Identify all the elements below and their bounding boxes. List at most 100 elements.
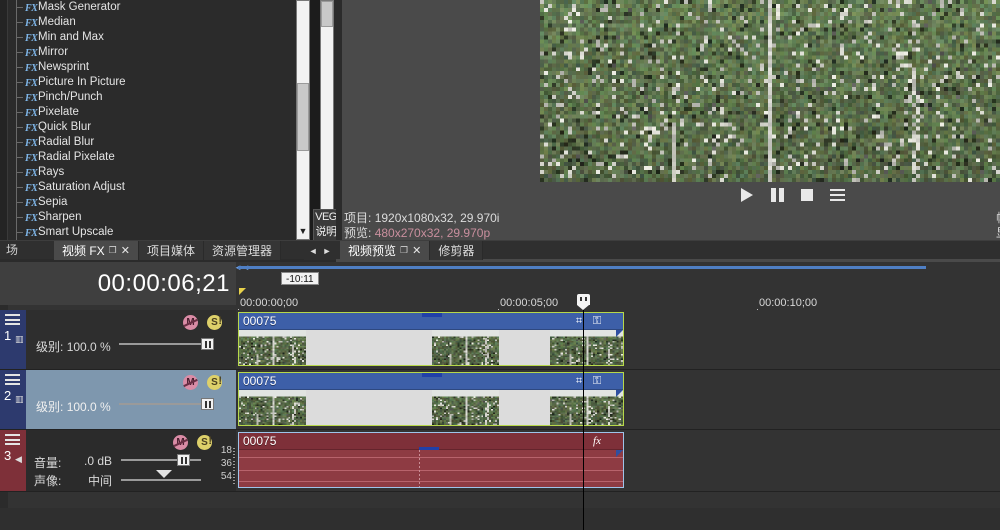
fx-list-item[interactable]: FX Min and Max [8,30,296,45]
track-1-level-slider[interactable] [119,338,214,350]
track-1-level: 级别: 100.0 % [36,338,111,355]
track-3-body: M S! 音量: .0 dB 声像: 中间 [26,430,236,491]
clip-3-fade-handle[interactable] [616,450,623,457]
fx-list-item[interactable]: FX Sharpen [8,210,296,225]
tree-dash [16,22,23,23]
playhead-cursor-icon[interactable] [577,294,590,310]
fx-list-item[interactable]: FX Quick Blur [8,120,296,135]
tab-trimmer[interactable]: 修剪器 [430,241,484,260]
clip-2-fade-handle[interactable] [616,390,623,397]
track-lane-3[interactable]: 00075 fx [236,430,1000,492]
tree-dash [16,172,23,173]
track-menu-icon[interactable] [5,314,20,325]
fx-list-item[interactable]: FX Radial Blur [8,135,296,150]
fx-scroll-thumb[interactable] [297,83,309,151]
pan-handle-icon[interactable] [156,470,172,478]
fx-list-item[interactable]: FX Smart Upscale [8,225,296,240]
tab-next-arrow[interactable]: ► [323,246,332,256]
display-row: 显示: 492x277x32 [996,226,1000,241]
close-icon[interactable]: ✕ [121,244,130,257]
fx-list-item[interactable]: FX Pixelate [8,105,296,120]
fx-icon: FX [25,63,38,74]
track-3-volume-knob[interactable] [177,454,190,466]
project-info-row: 项目: 1920x1080x32, 29.970i [344,211,744,226]
fx-panel-outer-scrollbar[interactable]: ▼ [320,0,334,225]
meter-tick [233,457,235,458]
mute-icon[interactable]: M [173,435,188,450]
timeline-scroll-thumb[interactable] [238,266,926,269]
solo-icon[interactable]: S! [207,375,222,390]
preview-menu-button[interactable] [829,187,845,203]
fx-list-item[interactable]: FX Mask Generator [8,0,296,15]
timeline-horizontal-scrollbar[interactable]: ◄◄ [234,264,998,272]
video-fx-panel: FX Mask Generator FX Median FX Min and Max FX M… [0,0,339,265]
clip-audio-3[interactable]: 00075 fx [238,432,624,488]
clip-menu-icon[interactable] [608,376,621,387]
tab-video-fx[interactable]: 视频 FX ❐ ✕ [54,241,139,260]
track-header-1[interactable]: 1 ▥ M S! 级别: 100.0 % [0,310,236,370]
meter-tick [233,461,235,462]
fx-list-item[interactable]: FX Newsprint [8,60,296,75]
stop-button[interactable] [799,187,815,203]
preview-info-row: 预览: 480x270x32, 29.970p [344,226,744,241]
clip-video-1[interactable]: 00075 ⌗ ⚿ [238,312,624,366]
track-lane-2[interactable]: 00075 ⌗ ⚿ [236,370,1000,430]
track-2-level-slider[interactable] [119,398,214,410]
fx-effects-list[interactable]: FX Mask Generator FX Median FX Min and Max FX M… [8,0,296,240]
timeline-marker-flag-icon[interactable] [239,288,246,295]
mute-icon[interactable]: M [183,375,198,390]
top-panels-row: FX Mask Generator FX Median FX Min and Max FX M… [0,0,1000,265]
fx-list-scrollbar[interactable]: ▼ [296,0,310,240]
track-menu-icon[interactable] [5,434,20,445]
tab-prev-arrow[interactable]: ◄ [309,246,318,256]
track-2-level-knob[interactable] [201,398,214,410]
pan-crop-icon[interactable]: ⚿ [590,314,604,328]
timecode-display[interactable]: 00:00:06;21 [0,262,236,305]
clip-menu-icon[interactable] [608,436,621,447]
float-icon[interactable]: ❐ [400,245,408,256]
track-header-3[interactable]: 3 ◀ M S! 音量: .0 dB 声像: 中间 18 [0,430,236,492]
clip-menu-icon[interactable] [608,316,621,327]
track-3-volume-slider[interactable] [121,454,201,466]
fx-list-item[interactable]: FX Saturation Adjust [8,180,296,195]
meter-tick [233,480,235,481]
fx-list-item[interactable]: FX Picture In Picture [8,75,296,90]
clip-3-body [239,450,623,487]
clip-1-header[interactable]: 00075 ⌗ ⚿ [239,313,623,330]
fx-scroll-down-arrow[interactable]: ▼ [297,226,309,239]
clip-2-header[interactable]: 00075 ⌗ ⚿ [239,373,623,390]
track-header-2[interactable]: 2 ▥ M S! 级别: 100.0 % [0,370,236,430]
fx-list-item[interactable]: FX Radial Pixelate [8,150,296,165]
tab-explorer[interactable]: 资源管理器 [203,241,281,260]
clip-1-fade-handle[interactable] [616,330,623,337]
fx-list-item[interactable]: FX Rays [8,165,296,180]
watermark-line-1: VEG [315,211,337,223]
play-button[interactable] [739,187,755,203]
clip-video-2[interactable]: 00075 ⌗ ⚿ [238,372,624,426]
fx-outer-scroll-thumb[interactable] [321,1,333,27]
tab-project-media[interactable]: 项目媒体 [138,241,204,260]
fx-icon: FX [25,213,38,224]
mute-icon[interactable]: M [183,315,198,330]
track-1-level-knob[interactable] [201,338,214,350]
tab-video-preview[interactable]: 视频预览 ❐ ✕ [340,241,431,260]
pan-crop-icon[interactable]: ⚿ [590,374,604,388]
fx-list-item[interactable]: FX Sepia [8,195,296,210]
close-icon[interactable]: ✕ [412,244,421,257]
fx-icon[interactable]: fx [590,434,604,448]
fx-icon: FX [25,18,38,29]
fx-list-item[interactable]: FX Median [8,15,296,30]
preview-video-frame[interactable] [540,0,1000,182]
clip-2-thumbnail-1 [239,390,306,425]
track-lane-1[interactable]: 00075 ⌗ ⚿ [236,310,1000,370]
solo-icon[interactable]: S! [197,435,212,450]
float-icon[interactable]: ❐ [109,245,117,256]
tab-scroll-arrows[interactable]: ◄ ► [304,241,336,260]
fx-list-item[interactable]: FX Mirror [8,45,296,60]
track-1-body: M S! 级别: 100.0 % [26,310,236,369]
clip-3-header[interactable]: 00075 fx [239,433,623,451]
fx-list-item[interactable]: FX Pinch/Punch [8,90,296,105]
pause-button[interactable] [769,187,785,203]
solo-icon[interactable]: S! [207,315,222,330]
track-menu-icon[interactable] [5,374,20,385]
